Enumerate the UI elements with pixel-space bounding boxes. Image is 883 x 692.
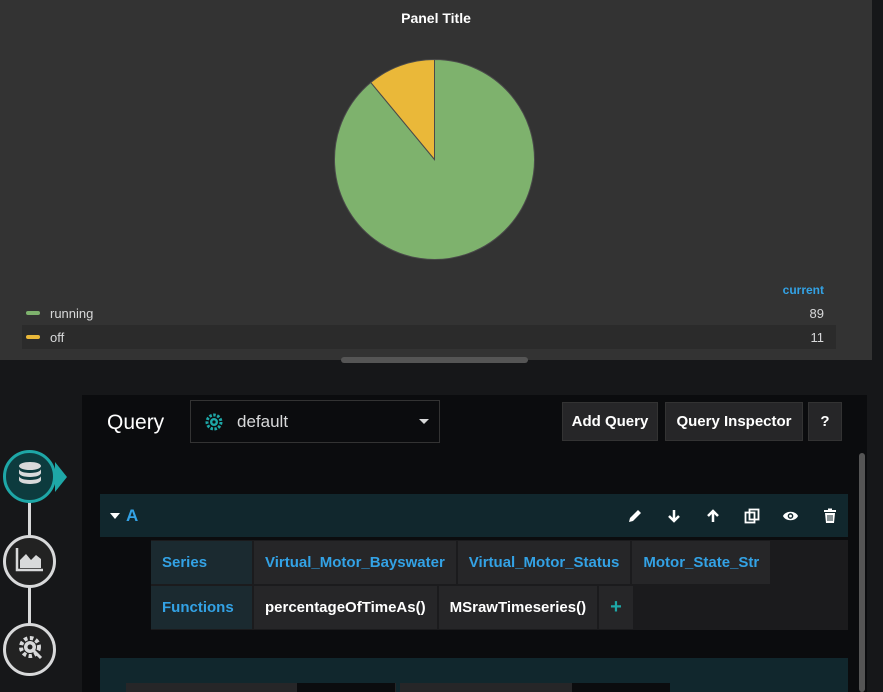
- legend-swatch[interactable]: [26, 311, 40, 315]
- legend-value: 89: [809, 305, 824, 321]
- editor-scrollbar[interactable]: [859, 453, 865, 692]
- legend-label: off: [50, 329, 65, 345]
- option-field-input[interactable]: [297, 683, 395, 692]
- collapse-icon[interactable]: [110, 512, 120, 519]
- legend-swatch[interactable]: [26, 335, 40, 339]
- legend-column-current[interactable]: current: [783, 283, 824, 297]
- panel: Panel Title current running 89 off 11: [0, 0, 872, 360]
- visualization-tab[interactable]: [3, 535, 56, 588]
- series-segment[interactable]: Virtual_Motor_Bayswater: [254, 541, 456, 584]
- chevron-down-icon: [419, 419, 429, 424]
- panel-resize-handle[interactable]: [341, 357, 528, 363]
- eye-icon[interactable]: [782, 507, 799, 524]
- datasource-select[interactable]: default: [190, 400, 440, 443]
- chart-icon: [15, 546, 45, 577]
- legend-item-running[interactable]: running 89: [22, 301, 836, 325]
- query-editor: Query default Add Query Query Inspector …: [82, 395, 867, 692]
- general-settings-tab[interactable]: [3, 623, 56, 676]
- series-label: Series: [151, 541, 252, 584]
- arrow-down-icon[interactable]: [665, 507, 682, 524]
- arrow-up-icon[interactable]: [704, 507, 721, 524]
- series-segment[interactable]: Motor_State_Str: [632, 541, 771, 584]
- function-segment[interactable]: percentageOfTimeAs(): [254, 586, 437, 629]
- panel-title[interactable]: Panel Title: [0, 10, 872, 26]
- function-segment[interactable]: MSrawTimeseries(): [438, 586, 598, 629]
- datasource-value: default: [237, 411, 289, 431]
- query-row-header[interactable]: A: [100, 494, 848, 537]
- queries-tab[interactable]: [3, 450, 56, 503]
- active-tab-pointer: [55, 462, 67, 492]
- editor-side-rail: [0, 440, 80, 692]
- series-row: Series Virtual_Motor_Bayswater Virtual_M…: [151, 540, 848, 585]
- settings-icon: [15, 632, 45, 667]
- option-field-input[interactable]: [572, 683, 670, 692]
- editor-title: Query: [107, 411, 165, 434]
- trash-icon[interactable]: [821, 507, 838, 524]
- legend-item-off[interactable]: off 11: [22, 325, 836, 349]
- add-query-button[interactable]: Add Query: [562, 402, 658, 441]
- database-icon: [15, 459, 45, 494]
- series-segment[interactable]: Virtual_Motor_Status: [457, 541, 631, 584]
- legend-label: running: [50, 305, 94, 321]
- help-button[interactable]: ?: [808, 402, 842, 441]
- legend-value: 11: [810, 329, 825, 345]
- duplicate-icon[interactable]: [743, 507, 760, 524]
- pie-chart: [333, 58, 536, 261]
- query-inspector-button[interactable]: Query Inspector: [665, 402, 803, 441]
- gear-icon: [205, 413, 223, 431]
- add-function-button[interactable]: +: [599, 586, 633, 629]
- functions-label: Functions: [151, 586, 252, 629]
- query-ref-id: A: [126, 505, 139, 525]
- pencil-icon[interactable]: [626, 507, 643, 524]
- functions-row: Functions percentageOfTimeAs() MSrawTime…: [151, 585, 848, 630]
